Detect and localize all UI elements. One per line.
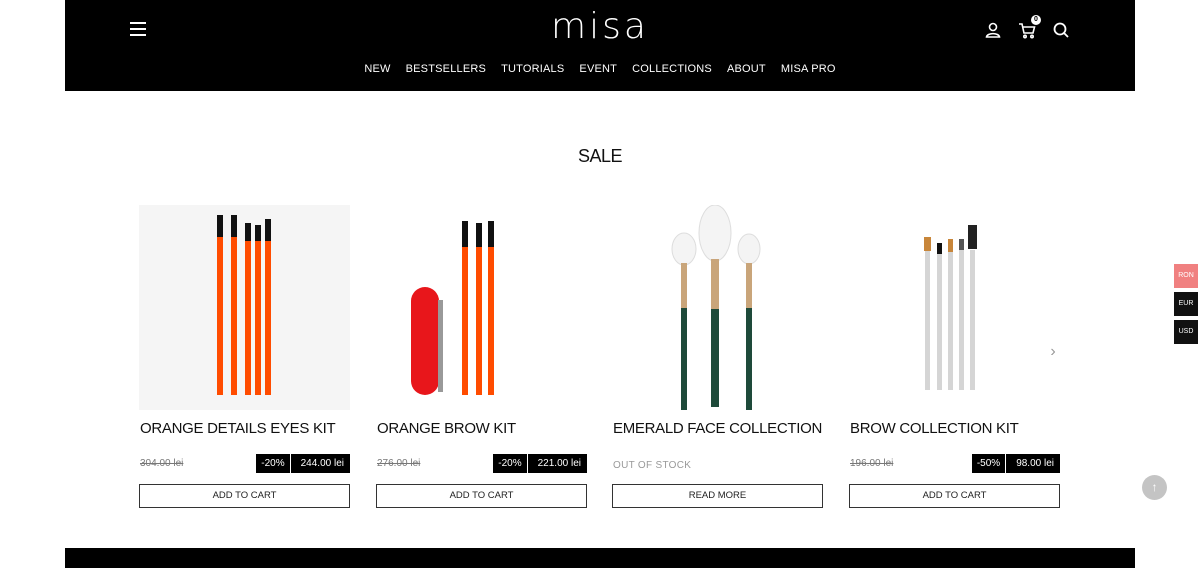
sale-price: 98.00 lei (1016, 458, 1054, 469)
product-image[interactable] (612, 204, 823, 410)
add-to-cart-button[interactable]: ADD TO CART (376, 484, 587, 508)
stock-status: OUT OF STOCK (613, 460, 692, 471)
product-name[interactable]: EMERALD FACE COLLECTION (613, 420, 822, 437)
cart-count-badge: 0 (1031, 15, 1041, 25)
search-icon[interactable] (1051, 20, 1071, 40)
price-box: -20% 221.00 lei (493, 454, 587, 473)
product-image[interactable] (139, 205, 350, 410)
sale-price: 221.00 lei (537, 458, 581, 469)
nav-item-bestsellers[interactable]: BESTSELLERS (406, 63, 486, 75)
product-card: ORANGE DETAILS EYES KIT 304.00 lei -20% … (139, 205, 350, 508)
product-name[interactable]: BROW COLLECTION KIT (850, 420, 1019, 437)
header-icons: 0 (983, 15, 1071, 40)
arrow-up-icon[interactable]: ↑ (1142, 475, 1167, 500)
cart-icon[interactable]: 0 (1017, 15, 1041, 40)
old-price: 304.00 lei (140, 458, 184, 469)
discount-badge: -20% (493, 454, 528, 473)
add-to-cart-button[interactable]: ADD TO CART (139, 484, 350, 508)
site-logo[interactable]: misa (65, 6, 1135, 47)
old-price: 196.00 lei (850, 458, 894, 469)
nav-item-tutorials[interactable]: TUTORIALS (501, 63, 564, 75)
currency-usd-button[interactable]: USD (1174, 320, 1198, 344)
user-icon[interactable] (983, 20, 1003, 40)
currency-ron-button[interactable]: RON (1174, 264, 1198, 288)
product-name[interactable]: ORANGE BROW KIT (377, 420, 516, 437)
product-image[interactable] (849, 205, 1060, 410)
product-card: ORANGE BROW KIT 276.00 lei -20% 221.00 l… (376, 205, 587, 508)
sale-price: 244.00 lei (300, 458, 344, 469)
footer-bar (65, 548, 1135, 568)
add-to-cart-button[interactable]: ADD TO CART (849, 484, 1060, 508)
old-price: 276.00 lei (377, 458, 421, 469)
price-box: -50% 98.00 lei (971, 454, 1060, 473)
price-box: -20% 244.00 lei (256, 454, 350, 473)
nav-item-about[interactable]: ABOUT (727, 63, 766, 75)
nav-item-collections[interactable]: COLLECTIONS (632, 63, 712, 75)
discount-badge: -20% (256, 454, 291, 473)
product-card: BROW COLLECTION KIT 196.00 lei -50% 98.0… (849, 205, 1060, 508)
main-nav: NEW BESTSELLERS TUTORIALS EVENT COLLECTI… (65, 63, 1135, 75)
product-image[interactable] (376, 205, 587, 410)
site-header: misa 0 NEW BESTSELLERS TUTORIALS EVENT C… (65, 0, 1135, 91)
product-card: EMERALD FACE COLLECTION OUT OF STOCK REA… (612, 204, 823, 508)
product-name[interactable]: ORANGE DETAILS EYES KIT (140, 420, 336, 437)
section-title: SALE (577, 146, 623, 166)
nav-item-new[interactable]: NEW (364, 63, 390, 75)
currency-eur-button[interactable]: EUR (1174, 292, 1198, 316)
discount-badge: -50% (972, 454, 1007, 473)
nav-item-misa-pro[interactable]: MISA PRO (781, 63, 836, 75)
nav-item-event[interactable]: EVENT (579, 63, 617, 75)
read-more-button[interactable]: READ MORE (612, 484, 823, 508)
